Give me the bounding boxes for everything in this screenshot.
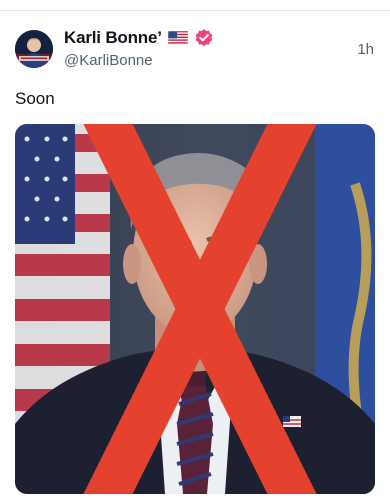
avatar[interactable] bbox=[15, 30, 53, 68]
post-text: Soon bbox=[15, 89, 55, 108]
us-flag-icon bbox=[167, 30, 189, 46]
verified-badge-icon[interactable] bbox=[194, 28, 214, 48]
post-media-image[interactable] bbox=[15, 124, 375, 494]
author-display-name[interactable]: Karli Bonne’ bbox=[64, 28, 162, 48]
post[interactable]: Karli Bonne’ @KarliBonne 1h Soon bbox=[0, 11, 390, 500]
post-timestamp[interactable]: 1h bbox=[357, 41, 374, 58]
author-name-row: Karli Bonne’ bbox=[64, 27, 214, 49]
author-handle[interactable]: @KarliBonne bbox=[64, 52, 153, 69]
